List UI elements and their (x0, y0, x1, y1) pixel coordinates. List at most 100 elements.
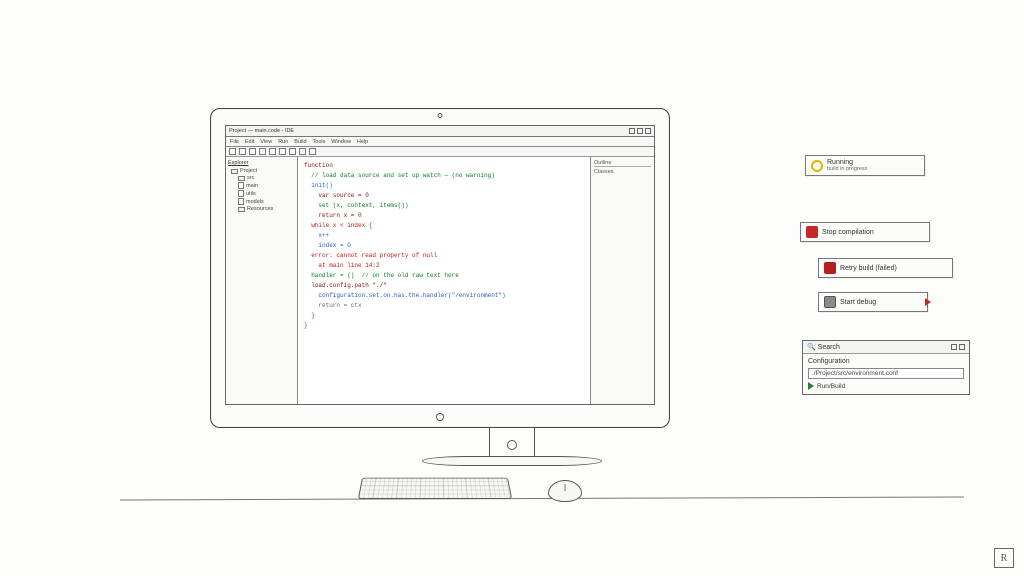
stop-icon (806, 226, 818, 238)
tree-item-utils[interactable]: utils (228, 190, 295, 197)
callout-stop[interactable]: Stop compilation (800, 222, 930, 242)
code-line: init() (304, 182, 333, 189)
code-line: x++ (304, 232, 329, 239)
new-file-icon[interactable] (229, 148, 236, 155)
run-build-label: Run/Build (817, 383, 845, 390)
arrow-right-icon (925, 298, 931, 306)
webcam-icon (438, 113, 443, 118)
toolbar (226, 147, 654, 157)
monitor-home-button (436, 413, 444, 421)
menu-view[interactable]: View (260, 139, 272, 145)
project-root[interactable]: Project (228, 168, 295, 174)
menu-file[interactable]: File (230, 139, 239, 145)
callout-label: Retry build (failed) (840, 265, 897, 272)
tree-item-models[interactable]: models (228, 198, 295, 205)
monitor-power-button (507, 440, 517, 450)
code-line: function (304, 162, 333, 169)
tree-label: src (247, 175, 254, 181)
close-button[interactable] (645, 128, 651, 134)
ide-body: Explorer Project src main utils (226, 157, 654, 404)
panel-close-button[interactable] (959, 344, 965, 350)
callout-text: Running build in progress (827, 159, 867, 172)
tree-label: models (246, 199, 264, 205)
code-line: return x = 0 (304, 212, 362, 219)
save-icon[interactable] (249, 148, 256, 155)
code-editor[interactable]: function // load data source and set up … (298, 157, 590, 404)
desk-line (120, 497, 964, 501)
callout-subtitle: build in progress (827, 166, 867, 172)
code-line: error: cannot read property of null (304, 252, 437, 259)
code-line: } (304, 322, 308, 329)
menu-tools[interactable]: Tools (313, 139, 326, 145)
debug-icon[interactable] (289, 148, 296, 155)
run-build-button[interactable]: Run/Build (808, 382, 964, 390)
keyboard (358, 478, 512, 499)
explorer-header: Explorer (228, 160, 295, 166)
menu-help[interactable]: Help (357, 139, 368, 145)
settings-icon[interactable] (309, 148, 316, 155)
spinner-icon (811, 160, 823, 172)
menubar: File Edit View Run Build Tools Window He… (226, 137, 654, 147)
maximize-button[interactable] (637, 128, 643, 134)
play-icon (808, 382, 814, 390)
code-line: at main line 14:2 (304, 262, 380, 269)
monitor-frame: Project — main.code - IDE File Edit View… (210, 108, 670, 428)
artist-signature: R (994, 548, 1014, 568)
callout-debug[interactable]: Start debug (818, 292, 928, 312)
open-icon[interactable] (239, 148, 246, 155)
error-badge-icon (824, 262, 836, 274)
code-line: load.config.path "./" (304, 282, 387, 289)
folder-icon (231, 169, 238, 174)
project-root-label: Project (240, 168, 257, 174)
titlebar: Project — main.code - IDE (226, 126, 654, 137)
menu-edit[interactable]: Edit (245, 139, 254, 145)
file-icon (238, 182, 244, 189)
callout-label: Start debug (840, 299, 876, 306)
file-icon (238, 198, 244, 205)
file-explorer: Explorer Project src main utils (226, 157, 298, 404)
file-icon (238, 190, 244, 197)
outline-pane: Outline Classes (590, 157, 654, 404)
code-line: // load data source and set up watch — (… (304, 172, 495, 179)
callout-running: Running build in progress (805, 155, 925, 176)
code-line: set (x, context, items()) (304, 202, 408, 209)
panel-title: Search (818, 344, 840, 351)
code-line: configuration.set.on.has.the.handler("/e… (304, 292, 506, 299)
minimize-button[interactable] (629, 128, 635, 134)
tree-label: main (246, 183, 258, 189)
tree-item-src[interactable]: src (228, 175, 295, 181)
code-line: } (304, 312, 315, 319)
code-line: index = 0 (304, 242, 351, 249)
callout-label: Stop compilation (822, 229, 874, 236)
tree-item-resources[interactable]: Resources (228, 206, 295, 212)
config-path-input[interactable] (808, 368, 964, 379)
redo-icon[interactable] (269, 148, 276, 155)
tree-label: Resources (247, 206, 273, 212)
code-line: return = ctx (304, 302, 362, 309)
undo-icon[interactable] (259, 148, 266, 155)
stop-icon[interactable] (299, 148, 306, 155)
menu-run[interactable]: Run (278, 139, 288, 145)
folder-icon (238, 176, 245, 181)
window-title: Project — main.code - IDE (229, 128, 294, 134)
outline-item[interactable]: Classes (594, 169, 651, 175)
code-line: while x < index { (304, 222, 372, 229)
code-line: var source = 0 (304, 192, 369, 199)
menu-build[interactable]: Build (294, 139, 306, 145)
monitor-stand-base (422, 456, 602, 466)
window-controls (629, 128, 651, 134)
menu-window[interactable]: Window (331, 139, 351, 145)
folder-icon (238, 207, 245, 212)
mouse (548, 480, 582, 502)
code-line: handler = () // on the old raw text here (304, 272, 459, 279)
run-icon[interactable] (279, 148, 286, 155)
search-panel: 🔍 Search Configuration Run/Build (802, 340, 970, 395)
tree-item-main[interactable]: main (228, 182, 295, 189)
panel-field-label: Configuration (808, 358, 964, 365)
tree-label: utils (246, 191, 256, 197)
callout-retry[interactable]: Retry build (failed) (818, 258, 953, 278)
panel-titlebar: 🔍 Search (803, 341, 969, 354)
panel-minimize-button[interactable] (951, 344, 957, 350)
outline-title: Outline (594, 160, 651, 167)
ide-window: Project — main.code - IDE File Edit View… (225, 125, 655, 405)
